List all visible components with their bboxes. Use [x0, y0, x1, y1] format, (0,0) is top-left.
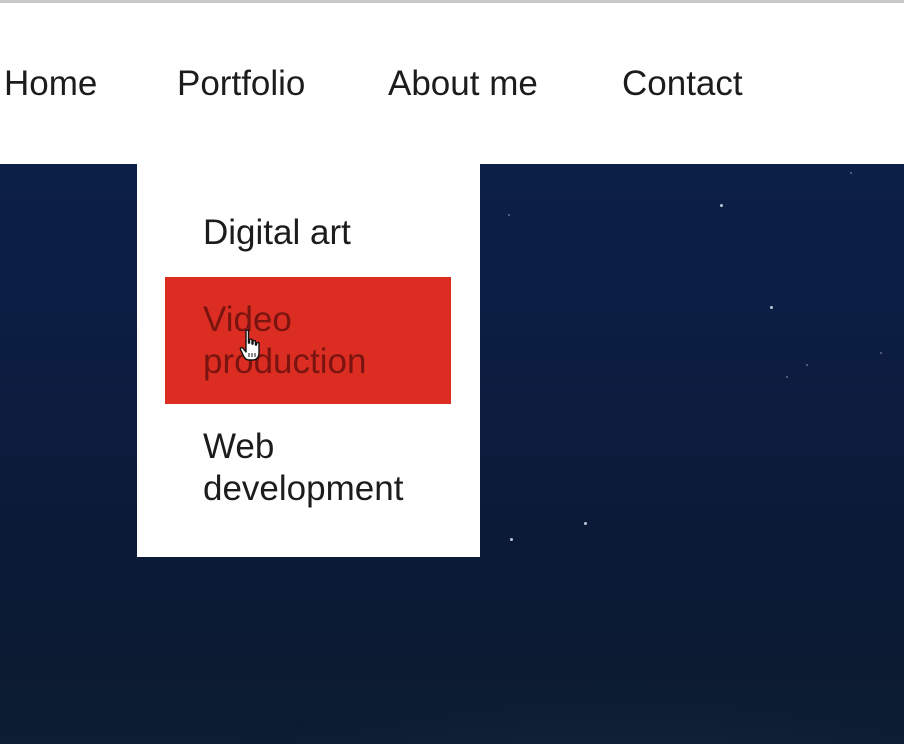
nav-item-contact[interactable]: Contact [622, 64, 743, 104]
star [770, 306, 773, 309]
star [508, 214, 510, 216]
dropdown-item-web-development[interactable]: Web development [137, 426, 480, 516]
star [584, 522, 587, 525]
nav-item-about-me[interactable]: About me [388, 64, 538, 104]
star [786, 376, 788, 378]
dropdown-item-digital-art[interactable]: Digital art [137, 212, 480, 256]
star [880, 352, 882, 354]
dropdown-item-label: Digital art [203, 213, 351, 252]
dropdown-item-label: Video production [203, 300, 367, 381]
nav-item-portfolio[interactable]: Portfolio [177, 64, 305, 104]
main-navigation: Home Portfolio About me Contact [0, 3, 904, 164]
portfolio-dropdown-menu: Digital art Video production Web develop… [137, 164, 480, 557]
star [850, 172, 852, 174]
star [510, 538, 513, 541]
dropdown-item-video-production[interactable]: Video production [137, 277, 480, 404]
nav-item-home[interactable]: Home [4, 64, 97, 104]
dropdown-item-label: Web development [203, 427, 404, 508]
star [806, 364, 808, 366]
star [720, 204, 723, 207]
